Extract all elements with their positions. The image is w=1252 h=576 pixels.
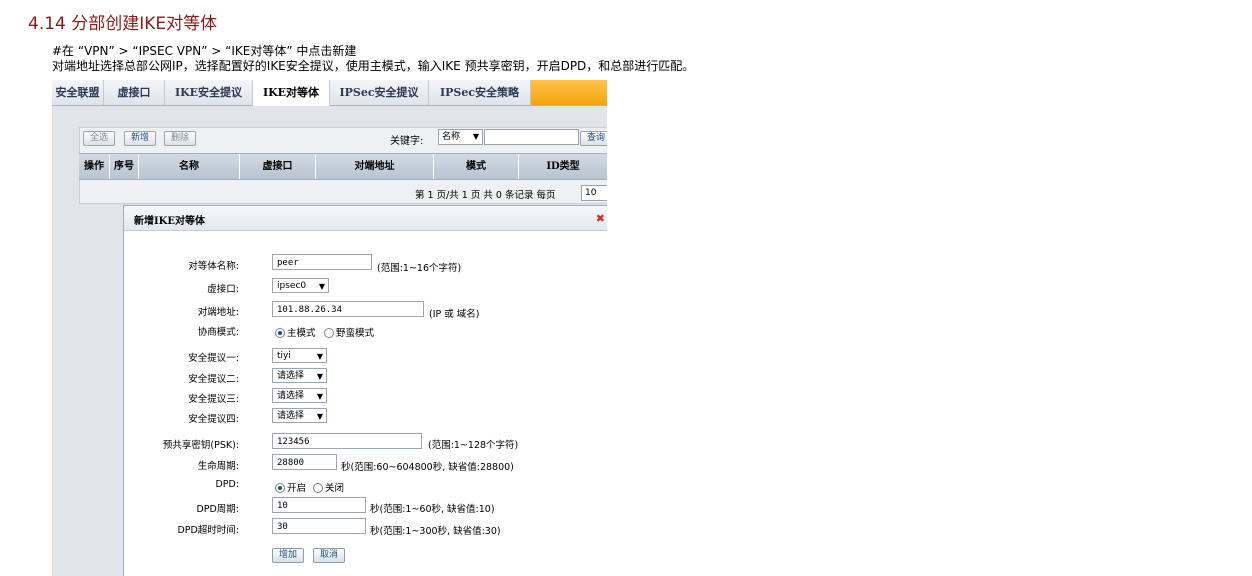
proposal-1-select[interactable]: tiyi ▼ xyxy=(272,348,327,363)
mode-main-label: 主模式 xyxy=(287,328,316,339)
router-config-screenshot: 安全联盟 虚接口 IKE安全提议 IKE对等体 IPSec安全提议 IPSec安… xyxy=(52,80,607,576)
radio-checked-icon xyxy=(275,482,285,493)
proposal-2-label: 安全提议二: xyxy=(188,374,239,385)
keyword-select[interactable]: 名称 ▼ xyxy=(438,129,483,145)
dpd-timeout-hint: 秒(范围:1~300秒, 缺省值:30) xyxy=(370,526,501,537)
peer-address-label: 对端地址: xyxy=(197,307,239,318)
peer-address-hint: (IP 或 域名) xyxy=(429,309,480,320)
interface-label: 虚接口: xyxy=(207,284,239,295)
instruction-line-2: 对端地址选择总部公网IP，选择配置好的IKE安全提议，使用主模式，输入IKE 预… xyxy=(52,59,695,73)
psk-hint: (范围:1~128个字符) xyxy=(428,440,519,451)
interface-select-value: ipsec0 xyxy=(277,281,307,291)
psk-label: 预共享密钥(PSK): xyxy=(162,440,239,451)
tab-ipsec-policy[interactable]: IPSec安全策略 xyxy=(429,80,531,105)
close-icon[interactable]: ✖ xyxy=(596,212,605,225)
chevron-down-icon: ▼ xyxy=(316,372,323,381)
radio-unchecked-icon xyxy=(313,482,323,493)
table-header: 操作 序号 名称 虚接口 对端地址 模式 ID类型 xyxy=(79,153,607,180)
new-ike-peer-dialog: 新增IKE对等体 ✖ 对等体名称: peer (范围:1~16个字符) 虚接口:… xyxy=(123,205,607,576)
chevron-down-icon: ▼ xyxy=(318,282,325,291)
tab-security-association[interactable]: 安全联盟 xyxy=(52,80,104,105)
tab-ipsec-proposal[interactable]: IPSec安全提议 xyxy=(330,80,429,105)
proposal-3-select[interactable]: 请选择 ▼ xyxy=(272,388,327,403)
dpd-on-radio[interactable]: 开启 xyxy=(275,480,306,494)
mode-main-radio[interactable]: 主模式 xyxy=(275,325,316,339)
tab-bar-accent xyxy=(531,80,607,105)
tab-ike-proposal[interactable]: IKE安全提议 xyxy=(165,80,253,105)
proposal-4-label: 安全提议四: xyxy=(188,414,239,425)
lifetime-hint: 秒(范围:60~604800秒, 缺省值:28800) xyxy=(341,462,514,473)
per-page-input[interactable]: 10 xyxy=(581,185,607,201)
proposal-1-value: tiyi xyxy=(277,351,291,361)
radio-checked-icon xyxy=(275,327,285,338)
dialog-title: 新增IKE对等体 xyxy=(134,216,205,227)
add-button[interactable]: 增加 xyxy=(272,548,305,563)
tab-virtual-interface[interactable]: 虚接口 xyxy=(104,80,165,105)
dpd-label: DPD: xyxy=(215,479,239,490)
col-name: 名称 xyxy=(139,154,240,179)
dpd-off-radio[interactable]: 关闭 xyxy=(313,480,344,494)
proposal-1-label: 安全提议一: xyxy=(188,353,239,364)
proposal-3-value: 请选择 xyxy=(277,391,305,401)
chevron-down-icon: ▼ xyxy=(316,392,323,401)
chevron-down-icon: ▼ xyxy=(316,352,323,361)
lifetime-input[interactable]: 28800 xyxy=(272,454,337,470)
keyword-input[interactable] xyxy=(484,129,579,145)
proposal-2-value: 请选择 xyxy=(277,371,305,381)
pager-text: 第 1 页/共 1 页 共 0 条记录 每页 xyxy=(415,190,556,201)
keyword-select-value: 名称 xyxy=(442,132,461,142)
dpd-period-input[interactable]: 10 xyxy=(272,497,366,513)
col-interface: 虚接口 xyxy=(240,154,316,179)
col-mode: 模式 xyxy=(434,154,519,179)
chevron-down-icon: ▼ xyxy=(472,132,479,141)
mode-aggressive-radio[interactable]: 野蛮模式 xyxy=(324,325,374,339)
col-index: 序号 xyxy=(110,154,139,179)
keyword-label: 关键字: xyxy=(390,136,424,147)
dialog-titlebar: 新增IKE对等体 ✖ xyxy=(124,206,607,231)
dpd-timeout-label: DPD超时时间: xyxy=(177,525,239,536)
search-button[interactable]: 查询 xyxy=(580,131,607,146)
peer-name-input[interactable]: peer xyxy=(272,254,372,270)
peer-name-label: 对等体名称: xyxy=(188,261,239,272)
interface-select[interactable]: ipsec0 ▼ xyxy=(272,278,329,293)
radio-unchecked-icon xyxy=(324,327,334,338)
psk-input[interactable]: 123456 xyxy=(272,433,422,449)
col-action: 操作 xyxy=(79,154,110,179)
dpd-period-label: DPD周期: xyxy=(196,504,239,515)
cancel-button[interactable]: 取消 xyxy=(313,548,346,563)
peer-name-hint: (范围:1~16个字符) xyxy=(377,263,462,274)
select-all-button[interactable]: 全选 xyxy=(83,131,116,146)
peer-address-input[interactable]: 101.88.26.34 xyxy=(272,301,424,317)
delete-button[interactable]: 删除 xyxy=(164,131,197,146)
tab-ike-peer[interactable]: IKE对等体 xyxy=(253,80,330,106)
col-peer-address: 对端地址 xyxy=(316,154,434,179)
new-button[interactable]: 新增 xyxy=(124,131,157,146)
dpd-on-label: 开启 xyxy=(287,483,307,494)
mode-aggressive-label: 野蛮模式 xyxy=(336,328,375,339)
dpd-period-hint: 秒(范围:1~60秒, 缺省值:10) xyxy=(370,504,495,515)
section-heading: 4.14 分部创建IKE对等体 xyxy=(28,14,218,34)
proposal-4-select[interactable]: 请选择 ▼ xyxy=(272,408,327,423)
dpd-off-label: 关闭 xyxy=(325,483,345,494)
col-id-type: ID类型 xyxy=(546,161,580,172)
dpd-timeout-input[interactable]: 30 xyxy=(272,518,366,534)
proposal-4-value: 请选择 xyxy=(277,411,305,421)
proposal-2-select[interactable]: 请选择 ▼ xyxy=(272,368,327,383)
lifetime-label: 生命周期: xyxy=(197,461,239,472)
proposal-3-label: 安全提议三: xyxy=(188,394,239,405)
negotiation-mode-label: 协商模式: xyxy=(197,327,239,338)
chevron-down-icon: ▼ xyxy=(316,412,323,421)
tab-bar: 安全联盟 虚接口 IKE安全提议 IKE对等体 IPSec安全提议 IPSec安… xyxy=(52,80,607,106)
